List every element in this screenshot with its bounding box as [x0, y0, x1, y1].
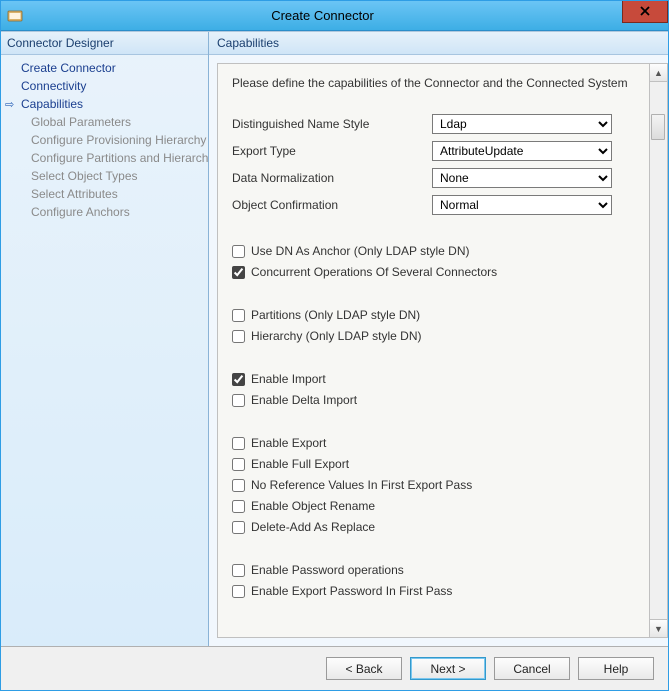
body: Connector Designer Create Connector Conn… [1, 31, 668, 646]
nav-label: Configure Provisioning Hierarchy [31, 133, 206, 147]
chk-enable-object-rename: Enable Object Rename [232, 499, 635, 513]
right-panel: Capabilities Please define the capabilit… [209, 32, 668, 646]
chk-delete-add-replace: Delete-Add As Replace [232, 520, 635, 534]
chk-enable-full-export: Enable Full Export [232, 457, 635, 471]
checkbox-enable-full-export[interactable] [232, 458, 245, 471]
label-data-normalization: Data Normalization [232, 171, 432, 185]
row-export-type: Export Type AttributeUpdate [232, 141, 635, 161]
back-button[interactable]: < Back [326, 657, 402, 680]
chk-label: Enable Import [251, 372, 326, 386]
chk-label: No Reference Values In First Export Pass [251, 478, 472, 492]
nav-configure-anchors[interactable]: Configure Anchors [3, 203, 206, 221]
nav-select-object-types[interactable]: Select Object Types [3, 167, 206, 185]
current-arrow-icon: ⇨ [5, 98, 14, 111]
chk-label: Concurrent Operations Of Several Connect… [251, 265, 497, 279]
next-button[interactable]: Next > [410, 657, 486, 680]
checkbox-enable-password-ops[interactable] [232, 564, 245, 577]
chk-enable-export: Enable Export [232, 436, 635, 450]
chk-use-dn-anchor: Use DN As Anchor (Only LDAP style DN) [232, 244, 635, 258]
vertical-scrollbar[interactable]: ▲ ▼ [650, 63, 668, 638]
left-panel-header: Connector Designer [1, 32, 208, 55]
scroll-track[interactable] [650, 82, 667, 619]
intro-text: Please define the capabilities of the Co… [232, 76, 635, 90]
nav-label: Create Connector [21, 61, 116, 75]
chk-label: Partitions (Only LDAP style DN) [251, 308, 420, 322]
nav-label: Connectivity [21, 79, 86, 93]
chk-label: Enable Export Password In First Pass [251, 584, 452, 598]
checkbox-no-ref-first-export[interactable] [232, 479, 245, 492]
content-panel: Please define the capabilities of the Co… [217, 63, 650, 638]
dialog-window: Create Connector Connector Designer Crea… [0, 0, 669, 691]
nav-global-parameters[interactable]: Global Parameters [3, 113, 206, 131]
chk-label: Use DN As Anchor (Only LDAP style DN) [251, 244, 470, 258]
chk-hierarchy: Hierarchy (Only LDAP style DN) [232, 329, 635, 343]
scroll-down-button[interactable]: ▼ [650, 619, 667, 637]
nav-label: Global Parameters [31, 115, 131, 129]
help-button[interactable]: Help [578, 657, 654, 680]
content-outer: Please define the capabilities of the Co… [209, 55, 668, 646]
select-export-type[interactable]: AttributeUpdate [432, 141, 612, 161]
scroll-thumb[interactable] [651, 114, 665, 140]
checkbox-delete-add-replace[interactable] [232, 521, 245, 534]
row-data-normalization: Data Normalization None [232, 168, 635, 188]
checkbox-enable-import[interactable] [232, 373, 245, 386]
nav-create-connector[interactable]: Create Connector [3, 59, 206, 77]
select-data-normalization[interactable]: None [432, 168, 612, 188]
chk-label: Enable Password operations [251, 563, 404, 577]
checkbox-enable-export-password-first[interactable] [232, 585, 245, 598]
checkbox-enable-delta-import[interactable] [232, 394, 245, 407]
nav-select-attributes[interactable]: Select Attributes [3, 185, 206, 203]
button-bar: < Back Next > Cancel Help [1, 646, 668, 690]
checkbox-hierarchy[interactable] [232, 330, 245, 343]
chk-label: Enable Export [251, 436, 326, 450]
label-export-type: Export Type [232, 144, 432, 158]
chk-partitions: Partitions (Only LDAP style DN) [232, 308, 635, 322]
cancel-button[interactable]: Cancel [494, 657, 570, 680]
left-panel: Connector Designer Create Connector Conn… [1, 32, 209, 646]
label-object-confirmation: Object Confirmation [232, 198, 432, 212]
chk-enable-password-ops: Enable Password operations [232, 563, 635, 577]
title-bar: Create Connector [1, 1, 668, 31]
checkbox-enable-export[interactable] [232, 437, 245, 450]
chk-enable-import: Enable Import [232, 372, 635, 386]
right-panel-header: Capabilities [209, 32, 668, 55]
chk-no-ref-first-export: No Reference Values In First Export Pass [232, 478, 635, 492]
checkbox-partitions[interactable] [232, 309, 245, 322]
checkbox-enable-object-rename[interactable] [232, 500, 245, 513]
scroll-up-button[interactable]: ▲ [650, 64, 667, 82]
window-title: Create Connector [23, 8, 622, 23]
nav-list: Create Connector Connectivity ⇨ Capabilit… [1, 55, 208, 225]
nav-configure-provisioning-hierarchy[interactable]: Configure Provisioning Hierarchy [3, 131, 206, 149]
nav-configure-partitions[interactable]: Configure Partitions and Hierarchies [3, 149, 206, 167]
select-object-confirmation[interactable]: Normal [432, 195, 612, 215]
select-dn-style[interactable]: Ldap [432, 114, 612, 134]
chk-label: Delete-Add As Replace [251, 520, 375, 534]
chk-label: Enable Object Rename [251, 499, 375, 513]
scroll-area: Please define the capabilities of the Co… [232, 76, 635, 625]
app-icon [7, 8, 23, 24]
nav-label: Configure Partitions and Hierarchies [31, 151, 208, 165]
nav-label: Capabilities [21, 97, 83, 111]
chk-enable-delta-import: Enable Delta Import [232, 393, 635, 407]
chk-label: Enable Full Export [251, 457, 349, 471]
nav-label: Configure Anchors [31, 205, 130, 219]
checkbox-use-dn-anchor[interactable] [232, 245, 245, 258]
nav-capabilities[interactable]: ⇨ Capabilities [3, 95, 206, 113]
row-dn-style: Distinguished Name Style Ldap [232, 114, 635, 134]
nav-label: Select Attributes [31, 187, 118, 201]
chk-label: Enable Delta Import [251, 393, 357, 407]
nav-label: Select Object Types [31, 169, 138, 183]
row-object-confirmation: Object Confirmation Normal [232, 195, 635, 215]
label-dn-style: Distinguished Name Style [232, 117, 432, 131]
chk-enable-export-password-first: Enable Export Password In First Pass [232, 584, 635, 598]
checkbox-concurrent-ops[interactable] [232, 266, 245, 279]
close-button[interactable] [622, 1, 668, 23]
chk-label: Hierarchy (Only LDAP style DN) [251, 329, 421, 343]
nav-connectivity[interactable]: Connectivity [3, 77, 206, 95]
chk-concurrent-ops: Concurrent Operations Of Several Connect… [232, 265, 635, 279]
